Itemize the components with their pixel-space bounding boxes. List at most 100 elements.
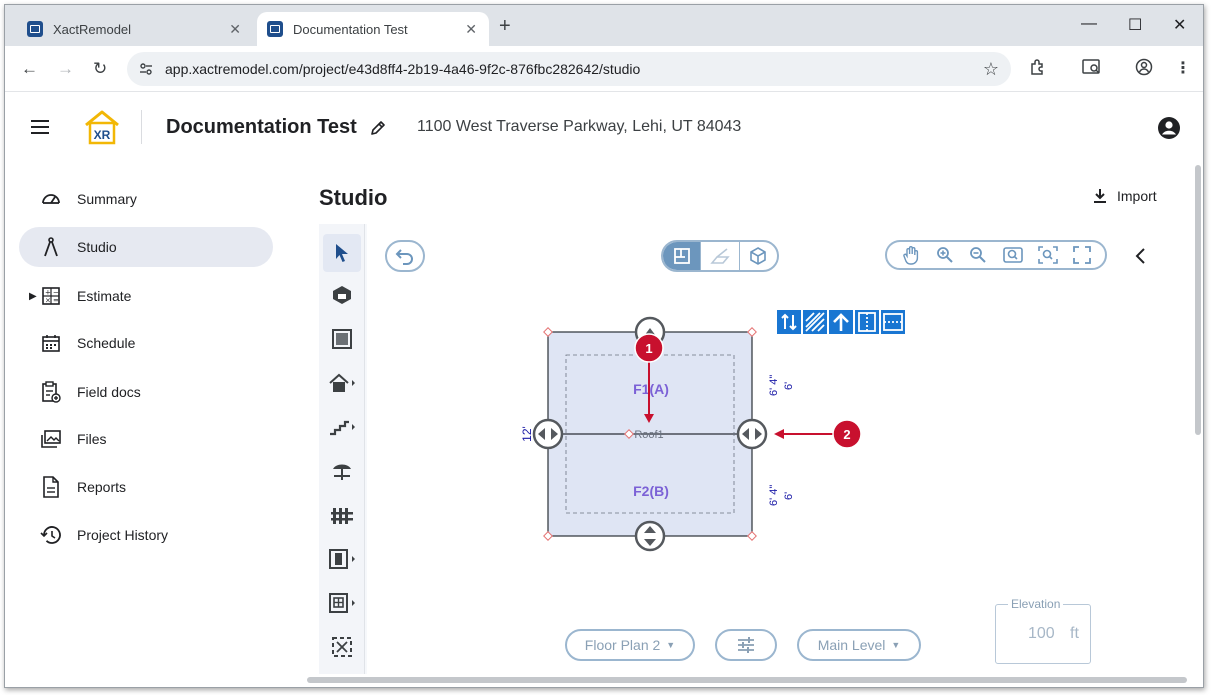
header-divider <box>141 110 142 144</box>
site-settings-icon[interactable] <box>139 62 153 76</box>
project-title: Documentation Test <box>166 116 357 138</box>
elevation-label: Elevation <box>1008 597 1064 611</box>
resize-handle-bottom[interactable] <box>634 520 666 552</box>
wall-tool[interactable] <box>323 320 361 358</box>
hamburger-menu-icon[interactable] <box>31 120 49 134</box>
sidebar-item-files[interactable]: Files <box>19 419 273 459</box>
split-horizontal-icon[interactable] <box>881 310 905 334</box>
floor-plan-select[interactable]: Floor Plan 2 ▼ <box>565 629 695 661</box>
address-bar[interactable]: app.xactremodel.com/project/e43d8ff4-2b1… <box>127 52 1011 86</box>
profile-icon[interactable] <box>1135 58 1153 76</box>
dropdown-caret-icon: ▼ <box>891 640 901 650</box>
document-icon <box>39 475 63 499</box>
hatch-pattern-icon[interactable] <box>803 310 827 334</box>
studio-panel: F1(A) F2(B) Roof1 12' 6' 4" 6' 6' 4" 6' <box>319 224 1115 674</box>
page-title: Studio <box>319 185 388 210</box>
raise-up-icon[interactable] <box>829 310 853 334</box>
patio-umbrella-icon <box>333 464 351 480</box>
opening-tool[interactable] <box>323 628 361 666</box>
flip-vertical-icon[interactable] <box>777 310 801 334</box>
opening-icon <box>332 637 352 657</box>
sidebar-item-reports[interactable]: Reports <box>19 467 273 507</box>
sidebar-item-label: Reports <box>77 479 127 495</box>
sidebar-item-label: Studio <box>77 239 117 255</box>
sidebar-item-field-docs[interactable]: Field docs <box>19 372 273 412</box>
vertical-scrollbar[interactable] <box>1195 165 1201 435</box>
url-text: app.xactremodel.com/project/e43d8ff4-2b1… <box>165 61 641 77</box>
door-icon <box>329 549 355 569</box>
chevron-left-icon[interactable] <box>1133 246 1149 266</box>
svg-text:−: − <box>53 289 59 297</box>
roof-tool[interactable] <box>323 364 361 402</box>
room-label-f2[interactable]: F2(B) <box>633 483 669 499</box>
level-select-value: Main Level <box>817 637 886 653</box>
xactremodel-favicon-icon <box>27 21 43 37</box>
split-vertical-icon[interactable] <box>855 310 879 334</box>
sidebar-item-studio[interactable]: Studio <box>19 227 273 267</box>
calendar-icon <box>39 331 63 355</box>
project-address: 1100 West Traverse Parkway, Lehi, UT 840… <box>417 118 742 135</box>
back-arrow-icon[interactable]: ← <box>21 59 38 79</box>
browser-tab-xactremodel[interactable]: XactRemodel ✕ <box>17 12 253 46</box>
close-tab-icon[interactable]: ✕ <box>229 21 241 38</box>
sidebar-item-estimate[interactable]: ▶ + × − = Estimate <box>19 276 273 316</box>
browser-menu-icon[interactable]: ⋮ <box>1175 58 1191 78</box>
browser-window: XactRemodel ✕ Documentation Test ✕ + — ☐… <box>4 4 1204 688</box>
minimize-icon[interactable]: — <box>1081 15 1097 33</box>
app-root: XR Documentation Test 1100 West Traverse… <box>5 92 1203 687</box>
tool-palette <box>319 224 365 674</box>
forward-arrow-icon[interactable]: → <box>57 59 74 79</box>
pencil-edit-icon[interactable] <box>369 119 387 137</box>
svg-text:=: = <box>53 297 59 305</box>
xactremodel-favicon-icon <box>267 21 283 37</box>
tab-strip: XactRemodel ✕ Documentation Test ✕ + — ☐… <box>5 5 1203 46</box>
fence-tool[interactable] <box>323 496 361 534</box>
xactremodel-logo-icon[interactable]: XR <box>82 109 122 145</box>
callout-number: 1 <box>645 341 652 356</box>
callout-number: 2 <box>843 427 850 442</box>
window-tool[interactable] <box>323 584 361 622</box>
import-button[interactable]: Import <box>1093 188 1157 204</box>
horizontal-scrollbar[interactable] <box>307 677 1187 683</box>
browser-tab-documentation-test[interactable]: Documentation Test ✕ <box>257 12 489 46</box>
room-label-f1[interactable]: F1(A) <box>633 381 669 397</box>
roof-label[interactable]: Roof1 <box>634 429 663 441</box>
resize-handle-left[interactable] <box>532 418 564 450</box>
elevation-field[interactable]: Elevation 100 ft <box>995 597 1091 664</box>
resize-handle-right[interactable] <box>736 418 768 450</box>
new-tab-icon[interactable]: + <box>499 15 511 38</box>
maximize-icon[interactable]: ☐ <box>1128 15 1142 35</box>
room-context-toolbar <box>777 310 905 334</box>
door-tool[interactable] <box>323 540 361 578</box>
account-circle-icon[interactable] <box>1157 116 1181 140</box>
clipboard-add-icon <box>39 380 63 404</box>
room-cube-icon <box>333 286 351 304</box>
settings-button[interactable] <box>715 629 777 661</box>
sidebar-item-schedule[interactable]: Schedule <box>19 323 273 363</box>
level-select[interactable]: Main Level ▼ <box>797 629 921 661</box>
stairs-tool[interactable] <box>323 408 361 446</box>
sidebar-item-project-history[interactable]: Project History <box>19 515 273 555</box>
images-icon <box>39 427 63 451</box>
close-tab-icon[interactable]: ✕ <box>465 21 477 38</box>
sidebar-item-label: Summary <box>77 191 137 207</box>
close-window-icon[interactable]: ✕ <box>1173 15 1186 35</box>
drawing-canvas[interactable]: F1(A) F2(B) Roof1 12' 6' 4" 6' 6' 4" 6' <box>367 224 1115 674</box>
sidebar-item-label: Schedule <box>77 335 136 351</box>
expand-caret-icon[interactable]: ▶ <box>29 291 37 302</box>
select-tool[interactable] <box>323 234 361 272</box>
sidebar-item-summary[interactable]: Summary <box>19 179 273 219</box>
reload-icon[interactable]: ↻ <box>93 59 107 79</box>
floor-plan-drawing: F1(A) F2(B) Roof1 12' 6' 4" 6' 6' 4" 6' <box>520 316 862 552</box>
bookmark-star-icon[interactable]: ☆ <box>983 59 999 80</box>
dimension-top-right-label: 6' 4" <box>768 375 780 396</box>
tab-search-icon[interactable] <box>1082 58 1102 76</box>
calculator-icon: + × − = <box>39 284 63 308</box>
room-tool[interactable] <box>323 276 361 314</box>
cursor-arrow-icon <box>336 244 348 262</box>
house-icon <box>329 373 355 392</box>
deck-tool[interactable] <box>323 452 361 490</box>
window-icon <box>329 593 355 613</box>
extensions-puzzle-icon[interactable] <box>1029 58 1047 76</box>
elevation-value[interactable]: 100 <box>1028 625 1055 643</box>
